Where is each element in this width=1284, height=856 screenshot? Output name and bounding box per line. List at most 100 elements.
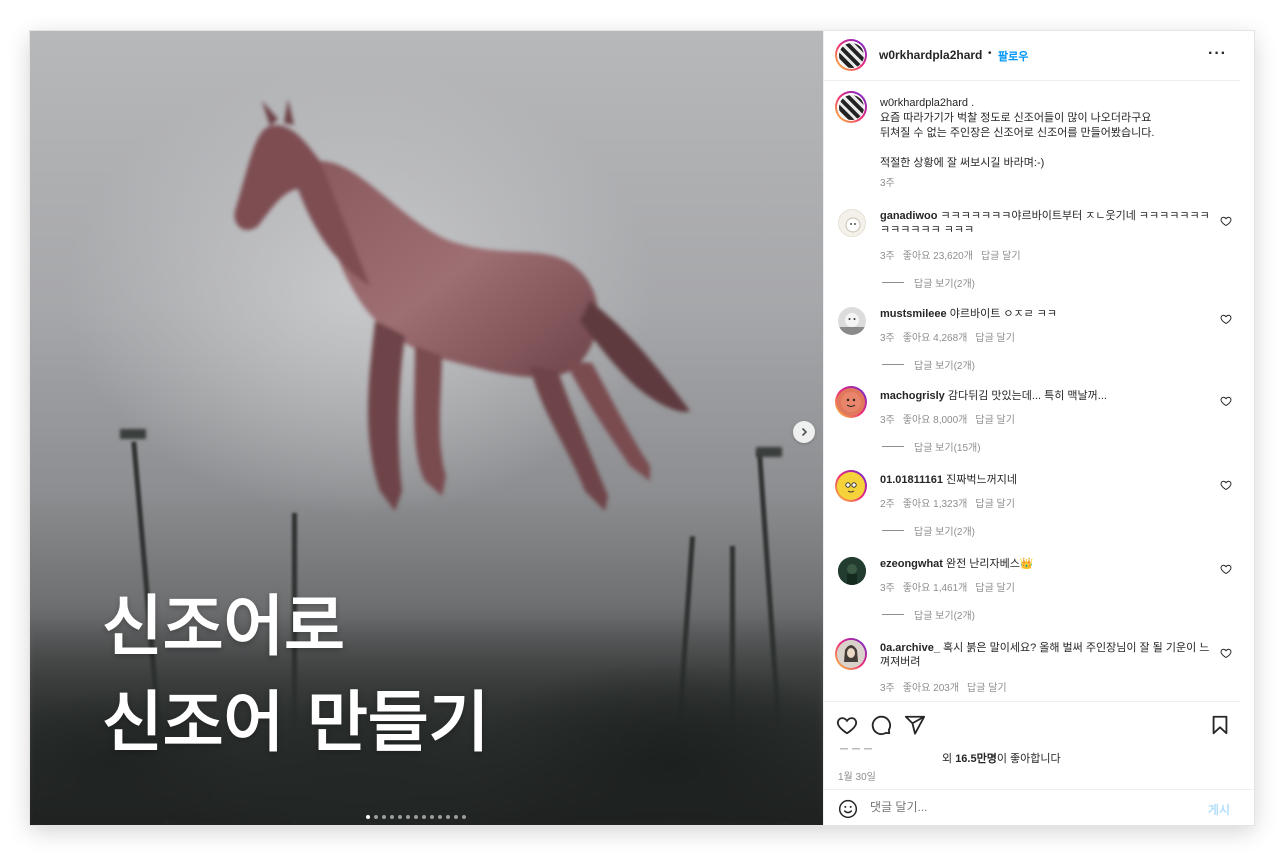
follow-button[interactable]: 팔로우 (998, 48, 1028, 64)
view-replies-label[interactable]: 답글 보기(2개) (914, 275, 975, 290)
comment-heart-icon[interactable] (1220, 313, 1232, 325)
carousel-dot (430, 815, 434, 819)
caption-line4: 적절한 상황에 잘 써보시길 바라며:-) (880, 157, 1045, 169)
comment-likes[interactable]: 좋아요 8,000개 (903, 415, 968, 426)
paper-plane-icon[interactable] (904, 714, 926, 736)
comment-heart-icon[interactable] (1220, 647, 1232, 659)
comment-heart-icon[interactable] (1220, 479, 1232, 491)
commenter-avatar[interactable] (835, 638, 867, 670)
carousel-dot (366, 815, 370, 819)
post-caption: w0rkhardpla2hard . 요즘 따라가기가 벅찰 정도로 신조어들이… (880, 96, 1220, 191)
post-media[interactable]: 신조어로 신조어 만들기 (30, 31, 823, 825)
comment-text: 감다뒤김 맛있는데... 특히 맥날꺼... (947, 390, 1107, 402)
caption-username[interactable]: w0rkhardpla2hard (880, 97, 968, 109)
comment-input[interactable] (870, 800, 1170, 814)
comment-time[interactable]: 2주 (880, 499, 895, 510)
reply-button[interactable]: 답글 달기 (975, 415, 1015, 426)
carousel-dot (422, 815, 426, 819)
carousel-indicator (366, 815, 466, 819)
comment-body: ezeongwhat 완전 난리자베스👑 (880, 557, 1210, 571)
carousel-dot (446, 815, 450, 819)
header-separator: • (988, 48, 992, 59)
carousel-dot (438, 815, 442, 819)
author-avatar[interactable] (835, 39, 867, 71)
comment-username[interactable]: 01.01811161 (880, 474, 943, 486)
comment-text: 진짜벅느꺼지네 (946, 474, 1017, 486)
view-replies-label[interactable]: 답글 보기(15개) (914, 439, 981, 454)
likes-count[interactable]: 16.5만명 (955, 753, 997, 765)
view-replies-button[interactable]: 답글 보기(2개) (882, 275, 975, 290)
comment-username[interactable]: mustsmileee (880, 308, 947, 320)
carousel-dot (390, 815, 394, 819)
comment-likes[interactable]: 좋아요 23,620개 (903, 251, 973, 262)
comment-likes[interactable]: 좋아요 4,268개 (903, 333, 968, 344)
light-pole-lamp (120, 429, 146, 439)
commenter-avatar[interactable] (838, 557, 866, 585)
comment-meta: 2주 좋아요 1,323개 답글 달기 (880, 495, 1023, 510)
comment-username[interactable]: ganadiwoo (880, 210, 937, 222)
commenter-avatar[interactable] (838, 209, 866, 237)
light-pole-lamp (756, 447, 782, 457)
comment-icon[interactable] (870, 714, 892, 736)
view-replies-button[interactable]: 답글 보기(15개) (882, 439, 981, 454)
reply-button[interactable]: 답글 달기 (975, 499, 1015, 510)
comment-meta: 3주 좋아요 8,000개 답글 달기 (880, 411, 1023, 426)
more-options-icon[interactable]: ··· (1208, 45, 1227, 63)
view-replies-button[interactable]: 답글 보기(2개) (882, 357, 975, 372)
bookmark-icon[interactable] (1209, 714, 1231, 736)
heart-icon[interactable] (836, 714, 858, 736)
liker-avatars[interactable] (840, 746, 900, 752)
view-replies-label[interactable]: 답글 보기(2개) (914, 523, 975, 538)
comment-time[interactable]: 3주 (880, 683, 895, 694)
author-username[interactable]: w0rkhardpla2hard (879, 48, 982, 62)
carousel-dot (462, 815, 466, 819)
comment-likes[interactable]: 좋아요 203개 (903, 683, 959, 694)
carousel-dot (454, 815, 458, 819)
carousel-dot (374, 815, 378, 819)
comment-heart-icon[interactable] (1220, 215, 1232, 227)
comment-time[interactable]: 3주 (880, 333, 895, 344)
reply-button[interactable]: 답글 달기 (975, 583, 1015, 594)
comment-username[interactable]: ezeongwhat (880, 558, 943, 570)
post-date[interactable]: 1월 30일 (838, 768, 876, 783)
commenter-avatar[interactable] (835, 386, 867, 418)
likes-prefix: 외 (942, 753, 956, 765)
comment-heart-icon[interactable] (1220, 395, 1232, 407)
comment-meta: 3주 좋아요 4,268개 답글 달기 (880, 329, 1023, 344)
chevron-right-icon (801, 427, 808, 437)
view-replies-label[interactable]: 답글 보기(2개) (914, 607, 975, 622)
carousel-dot (414, 815, 418, 819)
comment-likes[interactable]: 좋아요 1,461개 (903, 583, 968, 594)
comment-meta: 3주 좋아요 203개 답글 달기 (880, 679, 1015, 694)
post-comment-button[interactable]: 게시 (1208, 801, 1230, 818)
view-replies-label[interactable]: 답글 보기(2개) (914, 357, 975, 372)
comments-scroll-area[interactable]: w0rkhardpla2hard . 요즘 따라가기가 벅찰 정도로 신조어들이… (824, 81, 1240, 701)
likes-summary[interactable]: 외 16.5만명이 좋아합니다 (942, 750, 1061, 766)
view-replies-button[interactable]: 답글 보기(2개) (882, 523, 975, 538)
comment-heart-icon[interactable] (1220, 563, 1232, 575)
caption-avatar[interactable] (835, 91, 867, 123)
commenter-avatar[interactable] (838, 307, 866, 335)
comment-likes[interactable]: 좋아요 1,323개 (903, 499, 968, 510)
post-header: w0rkhardpla2hard • 팔로우 ··· (824, 31, 1240, 81)
view-replies-button[interactable]: 답글 보기(2개) (882, 607, 975, 622)
comment-time[interactable]: 3주 (880, 583, 895, 594)
caption-time[interactable]: 3주 (880, 176, 1220, 191)
comment-username[interactable]: machogrisly (880, 390, 945, 402)
comment-body: 01.01811161 진짜벅느꺼지네 (880, 473, 1210, 487)
reply-button[interactable]: 답글 달기 (967, 683, 1007, 694)
post-sidebar: w0rkhardpla2hard • 팔로우 ··· w0rkhardpla2h… (823, 31, 1254, 825)
commenter-avatar[interactable] (835, 470, 867, 502)
comment-time[interactable]: 3주 (880, 251, 895, 262)
floating-horse-image (234, 99, 690, 511)
reply-button[interactable]: 답글 달기 (975, 333, 1015, 344)
comment-text: 야르바이트 ㅇㅈㄹ ㅋㅋ (949, 308, 1058, 320)
comment-time[interactable]: 3주 (880, 415, 895, 426)
next-slide-button[interactable] (793, 421, 815, 443)
overlay-line-2: 신조어 만들기 (102, 684, 490, 761)
comment-meta: 3주 좋아요 1,461개 답글 달기 (880, 579, 1023, 594)
comment-username[interactable]: 0a.archive_ (880, 642, 940, 654)
reply-button[interactable]: 답글 달기 (981, 251, 1021, 262)
image-overlay-title: 신조어로 신조어 만들기 (102, 579, 489, 771)
emoji-icon[interactable] (838, 799, 858, 819)
